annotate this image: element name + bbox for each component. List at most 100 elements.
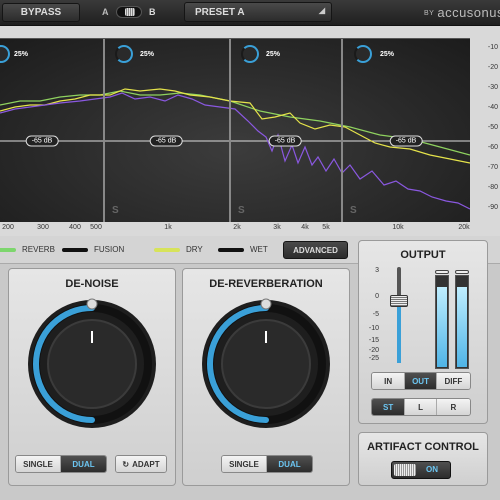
spectrum-y-axis: -10 -20 -30 -40 -50 -60 -70 -80 -90	[470, 38, 500, 222]
y-tick: -90	[487, 204, 498, 211]
monitor-in-button[interactable]: IN	[372, 373, 406, 389]
channel-r-button[interactable]: R	[436, 399, 470, 415]
ab-label-a: A	[102, 7, 109, 17]
dereverb-title: DE-REVERBERATION	[209, 278, 323, 290]
output-panel: OUTPUT 3 0 -5 -10 -15 -20 -25 IN OUT DIF…	[358, 240, 488, 424]
x-tick: 2k	[233, 224, 241, 231]
legend-wet[interactable]: WET	[218, 245, 268, 254]
advanced-button[interactable]: ADVANCED	[283, 241, 348, 259]
adapt-label: ADAPT	[132, 459, 160, 469]
output-meter-left-peak	[435, 270, 449, 274]
band-3-solo[interactable]: S	[238, 205, 245, 216]
reverb-swatch-icon	[0, 247, 16, 252]
brand-logo: BY accusonus	[424, 5, 500, 20]
dry-swatch-icon	[154, 247, 180, 252]
band-2-threshold[interactable]: -65 dB	[149, 135, 183, 147]
x-tick: 1k	[164, 224, 172, 231]
output-scale-tick: 0	[375, 293, 379, 300]
band-1-threshold[interactable]: -65 dB	[25, 135, 59, 147]
y-tick: -10	[487, 44, 498, 51]
output-meter-left-fill	[437, 287, 447, 367]
channel-switch[interactable]: ST L R	[371, 398, 471, 416]
y-tick: -50	[487, 124, 498, 131]
x-tick: 500	[90, 224, 102, 231]
artifact-toggle-handle[interactable]	[394, 464, 416, 476]
x-tick: 10k	[392, 224, 404, 231]
refresh-icon: ↻	[122, 459, 130, 469]
output-scale-tick: 3	[375, 267, 379, 274]
monitor-out-button[interactable]: OUT	[405, 373, 437, 389]
band-2-knob[interactable]	[115, 45, 133, 63]
legend-dry[interactable]: DRY	[154, 245, 203, 254]
band-separator-2[interactable]	[229, 39, 231, 223]
dereverb-dual-button[interactable]: DUAL	[267, 456, 312, 472]
x-tick: 4k	[301, 224, 309, 231]
denoise-title: DE-NOISE	[65, 278, 119, 290]
ab-switch-handle[interactable]	[125, 8, 135, 16]
output-title: OUTPUT	[400, 249, 446, 261]
channel-l-button[interactable]: L	[405, 399, 437, 415]
band-4-knob[interactable]	[354, 45, 372, 63]
adapt-button[interactable]: ↻ ADAPT	[115, 455, 167, 473]
y-tick: -80	[487, 184, 498, 191]
output-meter-right-fill	[457, 287, 467, 367]
band-3-threshold[interactable]: -65 dB	[268, 135, 302, 147]
fusion-swatch-icon	[62, 247, 88, 252]
channel-st-button[interactable]: ST	[372, 399, 406, 415]
output-meter-right	[455, 270, 469, 369]
output-meter-right-peak	[455, 270, 469, 274]
x-tick: 20k	[458, 224, 470, 231]
y-tick: -30	[487, 84, 498, 91]
preset-label: PRESET A	[195, 6, 245, 18]
brand-name: accusonus	[437, 5, 500, 20]
band-3-amount: 25%	[266, 51, 281, 58]
artifact-toggle-label: ON	[426, 465, 438, 474]
dropdown-arrow-icon: ◢	[318, 6, 325, 15]
preset-dropdown[interactable]: PRESET A ◢	[184, 2, 332, 22]
dereverb-single-button[interactable]: SINGLE	[222, 456, 268, 472]
band-4-amount: 25%	[380, 51, 395, 58]
brand-by: BY	[424, 10, 435, 17]
denoise-knob[interactable]	[25, 297, 159, 431]
output-fader-fill	[397, 301, 401, 363]
wet-swatch-icon	[218, 247, 244, 252]
denoise-panel: DE-NOISE SINGLE DUAL ↻ ADAPT	[8, 268, 176, 486]
output-meter-left	[435, 270, 449, 369]
monitor-diff-button[interactable]: DIFF	[436, 373, 470, 389]
x-tick: 400	[69, 224, 81, 231]
band-separator-1[interactable]	[103, 39, 105, 223]
band-2-solo[interactable]: S	[112, 205, 119, 216]
artifact-panel: ARTIFACT CONTROL ON	[358, 432, 488, 486]
band-4-solo[interactable]: S	[350, 205, 357, 216]
legend-fusion-label: FUSION	[94, 245, 125, 254]
legend-fusion[interactable]: FUSION	[62, 245, 124, 254]
band-3-knob[interactable]	[241, 45, 259, 63]
monitor-switch[interactable]: IN OUT DIFF	[371, 372, 471, 390]
spectrum-graph	[0, 88, 470, 210]
legend-wet-label: WET	[250, 245, 268, 254]
bypass-button[interactable]: BYPASS	[2, 3, 80, 22]
x-tick: 5k	[322, 224, 330, 231]
dereverb-panel: DE-REVERBERATION SINGLE DUAL	[182, 268, 350, 486]
output-scale-tick: -10	[368, 325, 379, 332]
spectrum-display: 25% 25% 25% 25% -65 dB -65 dB -65 dB -65…	[0, 38, 470, 223]
ab-label-b: B	[149, 7, 156, 17]
dereverb-knob[interactable]	[199, 297, 333, 431]
band-4-threshold[interactable]: -65 dB	[389, 135, 423, 147]
dry-curve	[0, 88, 470, 164]
denoise-single-button[interactable]: SINGLE	[16, 456, 62, 472]
artifact-title: ARTIFACT CONTROL	[367, 441, 479, 453]
output-fader-track[interactable]	[390, 267, 408, 363]
legend-reverb[interactable]: REVERB	[0, 245, 55, 254]
legend-dry-label: DRY	[186, 245, 203, 254]
denoise-mode-switch[interactable]: SINGLE DUAL	[15, 455, 107, 473]
dereverb-mode-switch[interactable]: SINGLE DUAL	[221, 455, 313, 473]
spectrum-top-strip	[0, 26, 500, 38]
denoise-dual-button[interactable]: DUAL	[61, 456, 106, 472]
artifact-toggle[interactable]: ON	[391, 461, 451, 479]
band-2-amount: 25%	[140, 51, 155, 58]
y-tick: -70	[487, 164, 498, 171]
ab-switch[interactable]	[116, 6, 142, 18]
band-separator-3[interactable]	[341, 39, 343, 223]
output-fader-handle[interactable]	[390, 295, 408, 307]
